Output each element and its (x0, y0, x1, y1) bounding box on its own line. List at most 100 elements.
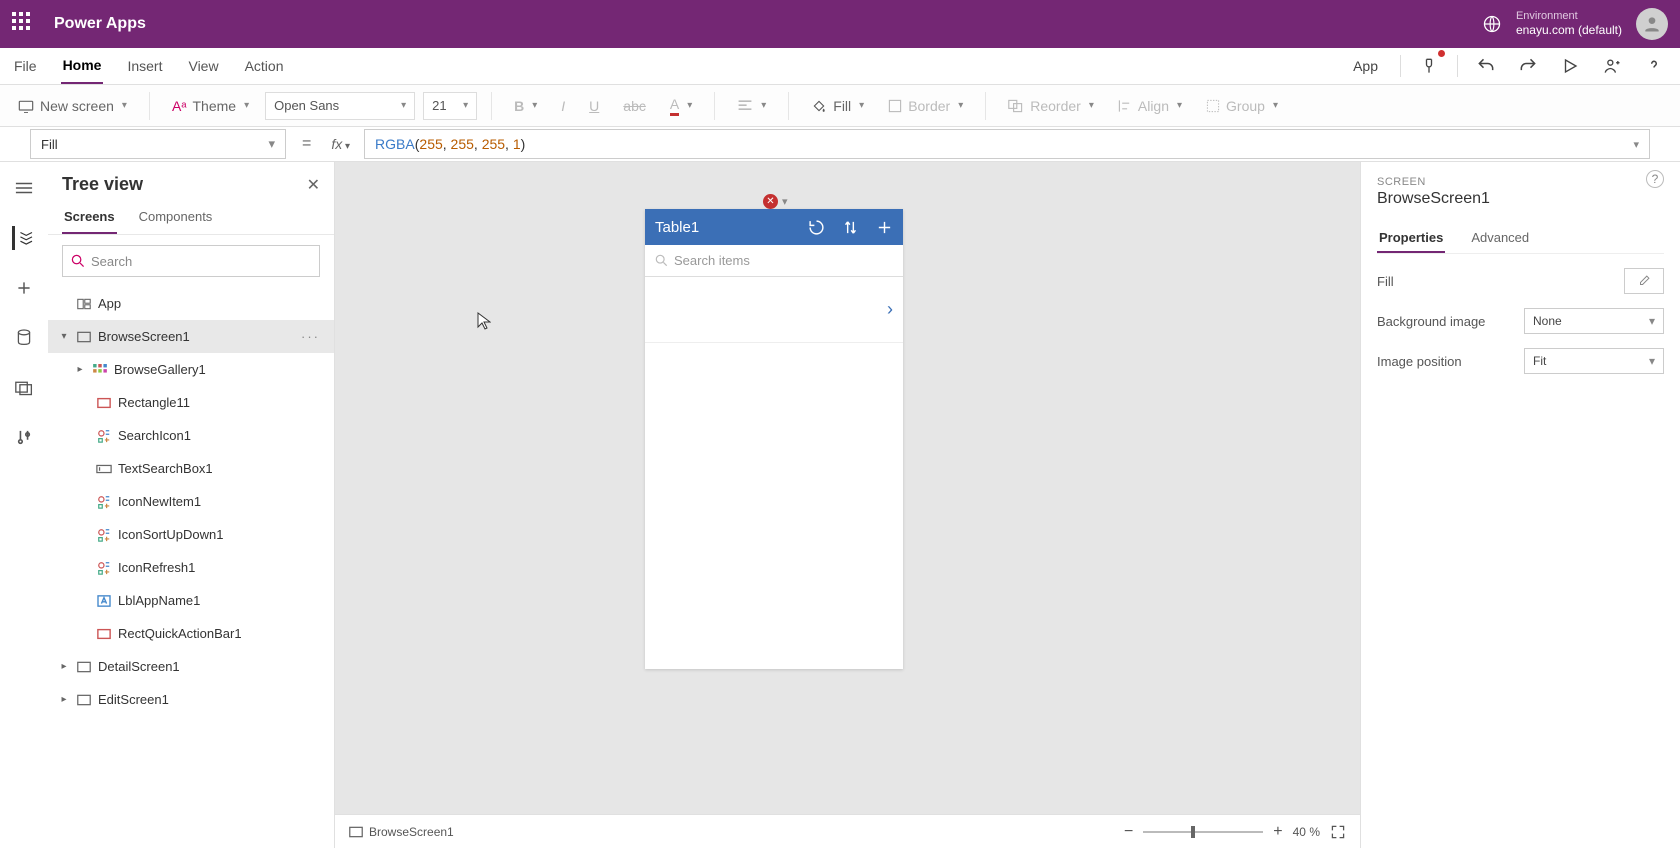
environment-label: Environment (1516, 10, 1622, 23)
share-icon[interactable] (1598, 52, 1626, 80)
menu-insert[interactable]: Insert (125, 48, 164, 84)
search-icon (71, 254, 85, 268)
tree-node-rectangle11[interactable]: Rectangle11 (48, 386, 334, 419)
environment-icon[interactable] (1482, 14, 1502, 34)
strike-button[interactable]: abc (615, 94, 654, 118)
fx-icon[interactable]: fx ▾ (327, 136, 354, 152)
tab-screens[interactable]: Screens (62, 201, 117, 234)
zoom-slider[interactable] (1143, 831, 1263, 833)
font-color-button[interactable]: A▾ (662, 92, 700, 120)
tree-node-browsegallery1[interactable]: ▸ BrowseGallery1 (48, 353, 334, 386)
text-align-button[interactable]: ▾ (729, 95, 774, 117)
label-icon (96, 593, 112, 609)
rectangle-icon (96, 395, 112, 411)
zoom-out-button[interactable]: − (1124, 823, 1133, 841)
tree-title: Tree view (62, 174, 143, 195)
underline-button[interactable]: U (581, 94, 607, 118)
preview-search[interactable]: Search items (645, 245, 903, 277)
prop-pos-label: Image position (1377, 354, 1462, 369)
group-button[interactable]: Group▾ (1198, 94, 1286, 118)
tab-properties[interactable]: Properties (1377, 224, 1445, 253)
screen-icon (349, 826, 363, 838)
user-avatar[interactable] (1636, 8, 1668, 40)
tree-node-textsearchbox1[interactable]: TextSearchBox1 (48, 452, 334, 485)
help-icon[interactable] (1640, 52, 1668, 80)
tree-node-searchicon1[interactable]: SearchIcon1 (48, 419, 334, 452)
app-preview[interactable]: Table1 Search items › (645, 209, 903, 669)
design-canvas[interactable]: ✕ ▾ Table1 Search items › (335, 162, 1360, 848)
bg-image-select[interactable]: None▾ (1524, 308, 1664, 334)
theme-button[interactable]: Aᵃ Theme▾ (164, 94, 257, 118)
icon-control-icon (96, 527, 112, 543)
search-icon (655, 254, 668, 267)
environment-picker[interactable]: Environment enayu.com (default) (1516, 10, 1622, 38)
undo-icon[interactable] (1472, 52, 1500, 80)
font-name-select[interactable]: Open Sans▾ (265, 92, 415, 120)
status-screen-name: BrowseScreen1 (369, 825, 454, 839)
ribbon-toolbar: New screen▾ Aᵃ Theme▾ Open Sans▾ 21▾ B▾ … (0, 85, 1680, 127)
prop-bg-label: Background image (1377, 314, 1485, 329)
refresh-icon[interactable] (808, 219, 825, 236)
bold-button[interactable]: B▾ (506, 94, 545, 118)
preview-list-item[interactable]: › (645, 277, 903, 343)
close-icon[interactable]: ✕ (307, 175, 320, 195)
error-icon: ✕ (763, 194, 778, 209)
tab-advanced[interactable]: Advanced (1469, 224, 1531, 253)
app-checker-icon[interactable] (1415, 52, 1443, 80)
error-indicator[interactable]: ✕ ▾ (763, 194, 788, 209)
menu-action[interactable]: Action (243, 48, 286, 84)
formula-input[interactable]: RGBA(255, 255, 255, 1) ▾ (364, 129, 1650, 159)
hamburger-icon[interactable] (12, 176, 36, 200)
icon-control-icon (96, 494, 112, 510)
screen-icon (76, 329, 92, 345)
more-icon[interactable]: ··· (301, 329, 324, 344)
tree-node-lblappname1[interactable]: LblAppName1 (48, 584, 334, 617)
tree-node-rectquickactionbar1[interactable]: RectQuickActionBar1 (48, 617, 334, 650)
app-title: Power Apps (54, 15, 146, 33)
cursor-icon (477, 312, 491, 330)
screen-icon (76, 692, 92, 708)
font-size-select[interactable]: 21▾ (423, 92, 477, 120)
tree-search-input[interactable]: Search (62, 245, 320, 277)
sort-icon[interactable] (843, 219, 858, 236)
zoom-in-button[interactable]: + (1273, 823, 1282, 841)
image-position-select[interactable]: Fit▾ (1524, 348, 1664, 374)
media-icon[interactable] (12, 376, 36, 400)
fill-button[interactable]: Fill▾ (803, 94, 872, 118)
add-icon[interactable] (876, 219, 893, 236)
fill-color-picker[interactable] (1624, 268, 1664, 294)
play-icon[interactable] (1556, 52, 1584, 80)
menu-file[interactable]: File (12, 48, 39, 84)
tree-node-iconrefresh1[interactable]: IconRefresh1 (48, 551, 334, 584)
tree-node-browsescreen1[interactable]: ▾ BrowseScreen1 ··· (48, 320, 334, 353)
help-icon[interactable]: ? (1646, 170, 1664, 188)
menu-home[interactable]: Home (61, 48, 104, 84)
formula-expand-icon[interactable]: ▾ (1633, 138, 1639, 151)
fit-screen-icon[interactable] (1330, 824, 1346, 840)
icon-control-icon (96, 428, 112, 444)
property-selector[interactable]: Fill▾ (30, 129, 286, 159)
new-screen-button[interactable]: New screen▾ (10, 94, 135, 118)
menubar: File Home Insert View Action App (0, 48, 1680, 85)
section-label: SCREEN (1377, 176, 1664, 188)
tree-node-iconnewitem1[interactable]: IconNewItem1 (48, 485, 334, 518)
tree-app-node[interactable]: App (48, 287, 334, 320)
tree-view-icon[interactable] (12, 226, 36, 250)
menu-view[interactable]: View (186, 48, 220, 84)
tree-node-iconsortupdown1[interactable]: IconSortUpDown1 (48, 518, 334, 551)
screen-icon (18, 99, 34, 113)
environment-value: enayu.com (default) (1516, 23, 1622, 37)
tree-node-detailscreen1[interactable]: ▸ DetailScreen1 (48, 650, 334, 683)
tab-components[interactable]: Components (137, 201, 215, 234)
align-button[interactable]: Align▾ (1110, 94, 1190, 118)
italic-button[interactable]: I (553, 94, 573, 118)
reorder-button[interactable]: Reorder▾ (1000, 94, 1102, 118)
data-icon[interactable] (12, 326, 36, 350)
redo-icon[interactable] (1514, 52, 1542, 80)
app-dropdown[interactable]: App (1353, 58, 1378, 74)
border-button[interactable]: Border▾ (880, 94, 971, 118)
app-launcher-icon[interactable] (12, 12, 36, 36)
advanced-tools-icon[interactable] (12, 426, 36, 450)
insert-icon[interactable] (12, 276, 36, 300)
tree-node-editscreen1[interactable]: ▸ EditScreen1 (48, 683, 334, 716)
